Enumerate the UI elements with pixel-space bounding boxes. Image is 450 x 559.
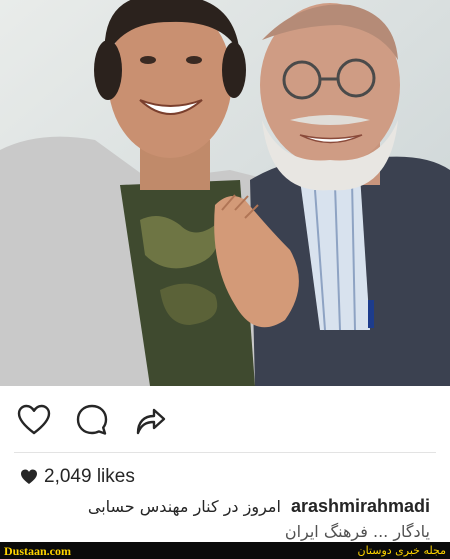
watermark-bar: Dustaan.com مجله خبری دوستان (0, 542, 450, 559)
likes-text: 2,049 likes (44, 466, 135, 487)
caption-first-line: arashmirahmadi امروز در کنار مهندس حسابی (88, 496, 430, 517)
post-photo[interactable] (0, 0, 450, 386)
post-actions-bar (0, 386, 450, 450)
caption-second-line: یادگار ... فرهنگ ایران (284, 522, 430, 541)
heart-outline-icon[interactable] (16, 402, 52, 438)
heart-filled-icon (20, 468, 38, 486)
caption-username[interactable]: arashmirahmadi (291, 496, 430, 517)
post-caption: arashmirahmadi امروز در کنار مهندس حسابی… (0, 494, 450, 544)
comment-bubble-icon[interactable] (74, 402, 110, 438)
watermark-title: مجله خبری دوستان (357, 544, 447, 557)
watermark-site: Dustaan.com (4, 544, 72, 558)
actions-divider (14, 452, 436, 453)
likes-count[interactable]: 2,049 likes (20, 464, 135, 490)
share-arrow-icon[interactable] (132, 402, 168, 438)
post-photo-image (0, 0, 450, 386)
caption-text: امروز در کنار مهندس حسابی (87, 497, 281, 516)
